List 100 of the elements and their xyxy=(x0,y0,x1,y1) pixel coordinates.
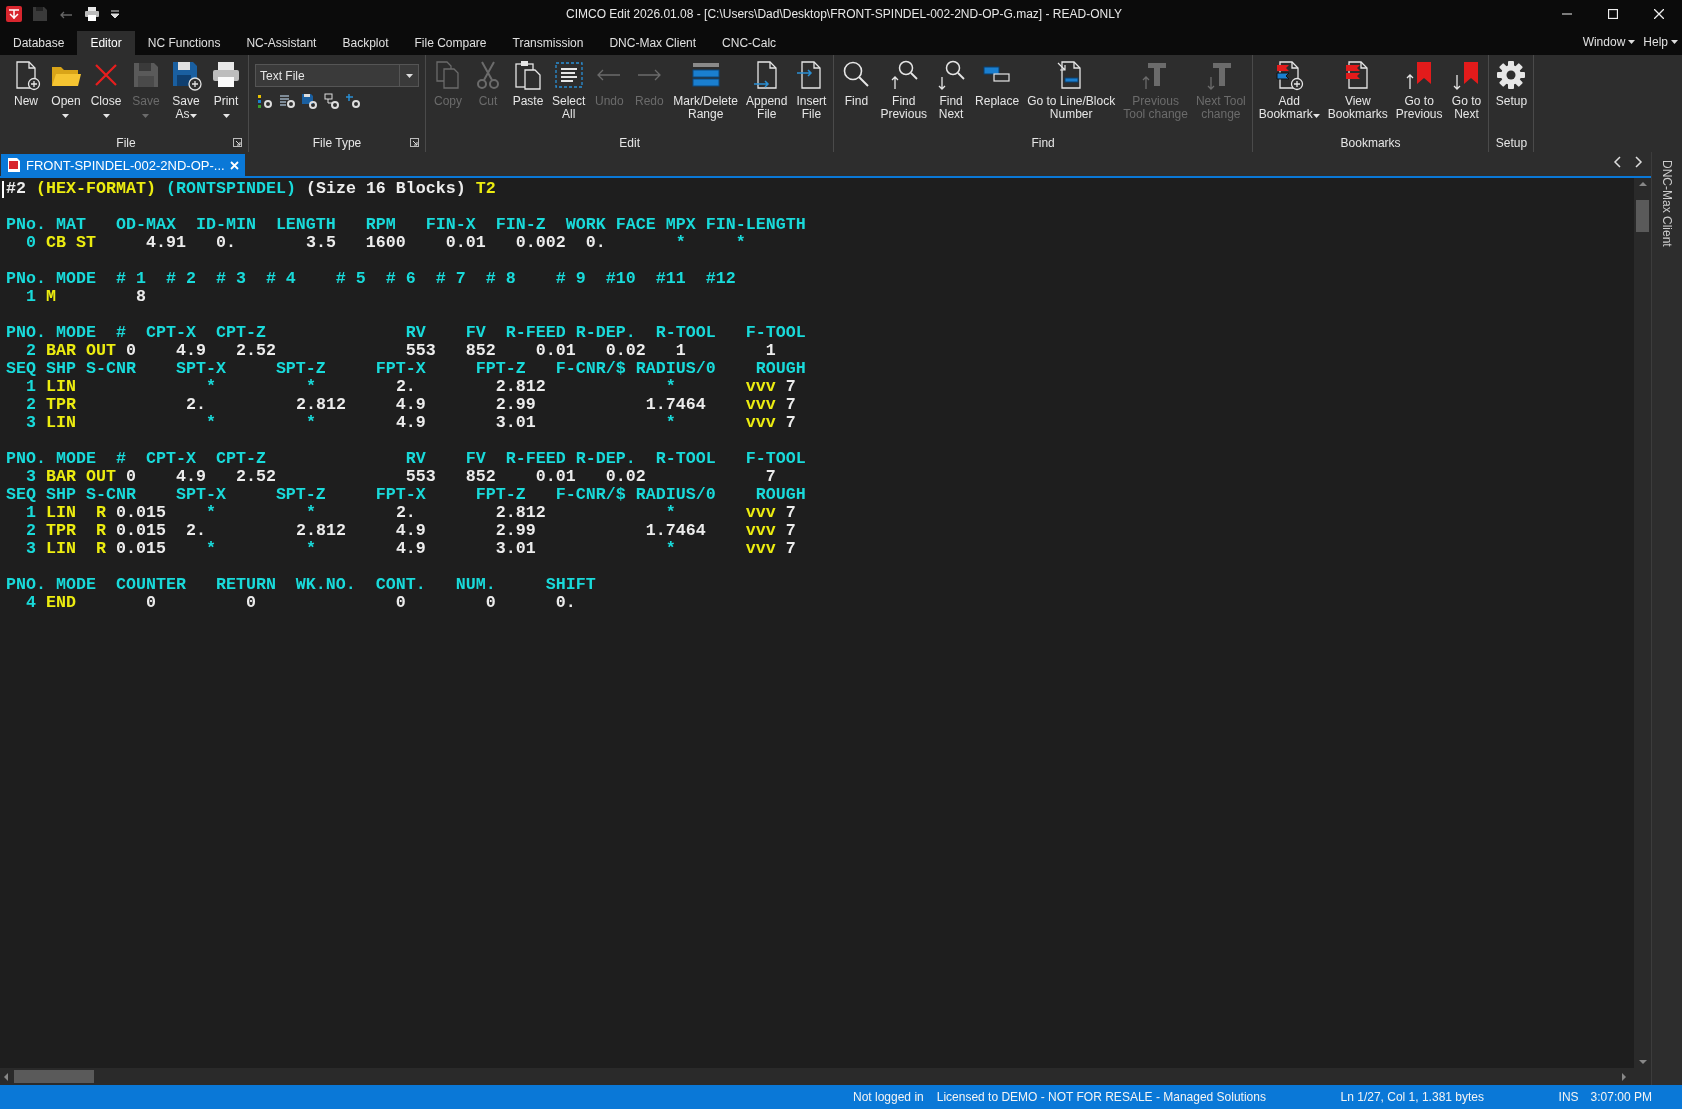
gear-icon xyxy=(1495,59,1528,91)
ribbon-button[interactable]: Close xyxy=(86,59,126,129)
code-text: 0 xyxy=(26,233,36,252)
code-text: LIN xyxy=(46,413,76,432)
ribbon-button[interactable]: Go to Next xyxy=(1446,59,1487,129)
ribbon-button[interactable]: Find xyxy=(836,59,877,129)
scroll-left-icon[interactable] xyxy=(2,1071,10,1082)
menu-tab[interactable]: NC-Assistant xyxy=(233,31,330,55)
status-text: Licensed to DEMO - NOT FOR RESALE - Managed Solutions xyxy=(936,1090,1266,1104)
code-text: TPR R xyxy=(46,521,106,540)
scroll-up-icon[interactable] xyxy=(1637,180,1648,188)
code-text: PNO. MODE # CPT-X CPT-Z RV FV R-FEED R-DEP. R-TOOL F-TOOL xyxy=(6,449,806,468)
code-text: * xyxy=(665,539,676,558)
ribbon-button[interactable]: New xyxy=(6,59,46,129)
code-text: 8 xyxy=(135,287,146,306)
dialog-launcher-icon[interactable] xyxy=(233,138,242,147)
code-text: vvv xyxy=(745,395,776,414)
menu-tab[interactable]: Transmission xyxy=(499,31,597,55)
code-text: END xyxy=(46,593,76,612)
menu-tab[interactable]: Backplot xyxy=(329,31,402,55)
code-text: vvv xyxy=(745,521,776,540)
bars-gear-icon[interactable] xyxy=(257,93,273,109)
code-text: 3 xyxy=(26,413,36,432)
ribbon-button[interactable]: Select All xyxy=(548,59,590,129)
code-text: * xyxy=(665,503,676,522)
ribbon-button[interactable]: Add Bookmark xyxy=(1254,59,1324,129)
ribbon-button[interactable]: Replace xyxy=(971,59,1024,129)
code-text: SEQ SHP S-CNR SPT-X SPT-Z FPT-X FPT-Z F-CNR/$ RADIUS/0 ROUGH xyxy=(6,485,806,504)
side-panel-tab[interactable]: DNC-Max Client xyxy=(1660,160,1674,247)
scrollbar-thumb[interactable] xyxy=(14,1070,94,1083)
ribbon-button[interactable]: Save As xyxy=(166,59,206,129)
code-text: TPR xyxy=(46,395,76,414)
code-text: PNO. MODE # CPT-X CPT-Z RV FV R-FEED R-DEP. R-TOOL F-TOOL xyxy=(6,323,806,342)
ribbon-button[interactable]: Go to Line/Block Number xyxy=(1023,59,1120,129)
group-label: File Type xyxy=(312,136,362,150)
caret-icon xyxy=(1671,39,1678,44)
ribbon-button[interactable]: Go to Previous xyxy=(1391,59,1447,129)
app-icon[interactable] xyxy=(6,6,22,22)
code-text: 1 xyxy=(26,503,36,522)
code-text: * xyxy=(665,377,676,396)
scroll-down-icon[interactable] xyxy=(1637,1058,1648,1066)
ribbon-button[interactable]: Find Previous xyxy=(876,59,932,129)
document-tab[interactable]: FRONT-SPINDEL-002-2ND-OP-... xyxy=(1,154,245,176)
floppy-gear-icon[interactable] xyxy=(301,93,317,109)
menu-tab[interactable]: Database xyxy=(0,31,78,55)
code-text: 3 xyxy=(26,539,36,558)
menu-item[interactable]: Window xyxy=(1578,28,1640,55)
ribbon-button[interactable]: Paste xyxy=(508,59,548,129)
code-text: 2 xyxy=(26,341,36,360)
code-text: 7 xyxy=(785,413,796,432)
code-text: vvv xyxy=(745,539,776,558)
ribbon-button[interactable]: Print xyxy=(206,59,246,129)
list-gear-icon[interactable] xyxy=(279,93,295,109)
code-text: 2 xyxy=(26,395,36,414)
code-text: 1 xyxy=(26,377,36,396)
menu-tab[interactable]: Editor xyxy=(77,31,135,55)
scroll-right-icon[interactable] xyxy=(1620,1071,1628,1082)
menu-tab[interactable]: DNC-Max Client xyxy=(596,31,710,55)
code-text: 7 xyxy=(785,539,796,558)
code-text: 0 4.9 2.52 553 852 0.01 0.02 1 1 xyxy=(125,341,776,360)
code-text: 2 xyxy=(26,521,36,540)
customize-caret-icon[interactable] xyxy=(110,9,120,19)
code-text: 0 0 0 0 0. xyxy=(145,593,576,612)
ribbon-button[interactable]: Setup xyxy=(1491,59,1532,129)
menu-tab[interactable]: CNC-Calc xyxy=(709,31,790,55)
dialog-launcher-icon[interactable] xyxy=(410,138,419,147)
file-type-dropdown[interactable]: Text File xyxy=(255,64,419,87)
ribbon-button[interactable]: Insert File xyxy=(791,59,832,129)
plus-gear-icon[interactable] xyxy=(345,93,361,109)
code-text: 0.015 xyxy=(116,503,166,522)
code-text: vvv xyxy=(745,377,776,396)
code-text: 1 xyxy=(26,287,36,306)
printer-icon[interactable] xyxy=(84,6,100,22)
code-text: * * xyxy=(205,377,316,396)
chevron-left-icon[interactable] xyxy=(1613,156,1622,168)
scrollbar-thumb[interactable] xyxy=(1636,200,1649,232)
menu-tab[interactable]: File Compare xyxy=(401,31,500,55)
ribbon-button[interactable]: Append File xyxy=(742,59,792,129)
ribbon-button[interactable]: Find Next xyxy=(931,59,972,129)
status-text: 3:07:00 PM xyxy=(1590,1090,1652,1104)
code-text: (Size 16 Blocks) xyxy=(305,179,466,198)
shapes-gear-icon[interactable] xyxy=(323,93,339,109)
code-text: CB ST xyxy=(46,233,96,252)
ribbon-button[interactable]: Open xyxy=(46,59,86,129)
code-text: #2 xyxy=(6,179,26,198)
code-text: M xyxy=(46,287,56,306)
code-text: T2 xyxy=(475,179,496,198)
ribbon-button[interactable]: View Bookmarks xyxy=(1323,59,1392,129)
menu-tab[interactable]: NC Functions xyxy=(134,31,234,55)
code-text: PNO. MODE COUNTER RETURN WK.NO. CONT. NUM. SHIFT xyxy=(6,575,596,594)
code-text: 0.015 xyxy=(116,539,166,558)
code-text: * * xyxy=(205,539,316,558)
ribbon-button[interactable]: Mark/Delete Range xyxy=(669,59,743,129)
close-icon xyxy=(1654,9,1664,19)
menu-item[interactable]: Help xyxy=(1639,28,1682,55)
chevron-right-icon[interactable] xyxy=(1634,156,1643,168)
close-icon[interactable] xyxy=(229,160,239,170)
code-text: SEQ SHP S-CNR SPT-X SPT-Z FPT-X FPT-Z F-CNR/$ RADIUS/0 ROUGH xyxy=(6,359,806,378)
code-text: 0 4.9 2.52 553 852 0.01 0.02 7 xyxy=(125,467,776,486)
code-text: * * xyxy=(205,413,316,432)
